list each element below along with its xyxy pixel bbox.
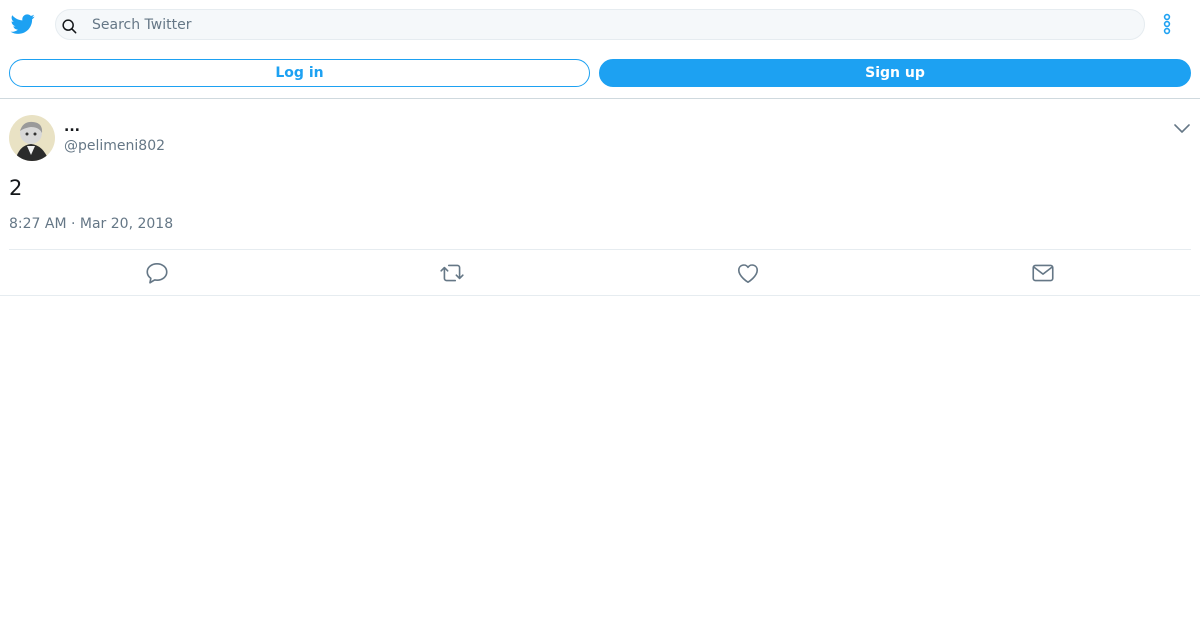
login-button[interactable]: Log in xyxy=(9,59,590,87)
tweet-timestamp[interactable]: 8:27 AM · Mar 20, 2018 xyxy=(9,216,173,232)
twitter-bird-icon[interactable] xyxy=(10,12,36,36)
signup-button[interactable]: Sign up xyxy=(599,59,1191,87)
search-input[interactable] xyxy=(92,10,1132,39)
tweet-text: 2 xyxy=(9,176,23,200)
more-vertical-icon[interactable] xyxy=(1158,12,1176,36)
author-handle[interactable]: @pelimeni802 xyxy=(64,138,165,154)
avatar[interactable] xyxy=(9,115,55,161)
share-dm-icon[interactable] xyxy=(1030,260,1056,286)
search-icon xyxy=(62,19,77,34)
retweet-icon[interactable] xyxy=(439,260,465,286)
tweet-card: ... @pelimeni802 2 8:27 AM · Mar 20, 201… xyxy=(0,99,1200,296)
top-bar xyxy=(0,0,1200,48)
search-bar[interactable] xyxy=(55,9,1145,40)
actions-divider xyxy=(9,249,1191,250)
author-name[interactable]: ... xyxy=(64,119,80,135)
avatar-image xyxy=(9,115,55,161)
chevron-down-icon[interactable] xyxy=(1172,121,1192,137)
tweet-divider xyxy=(0,295,1200,296)
reply-icon[interactable] xyxy=(144,260,170,286)
auth-bar: Log in Sign up xyxy=(0,58,1200,88)
like-icon[interactable] xyxy=(735,260,761,286)
